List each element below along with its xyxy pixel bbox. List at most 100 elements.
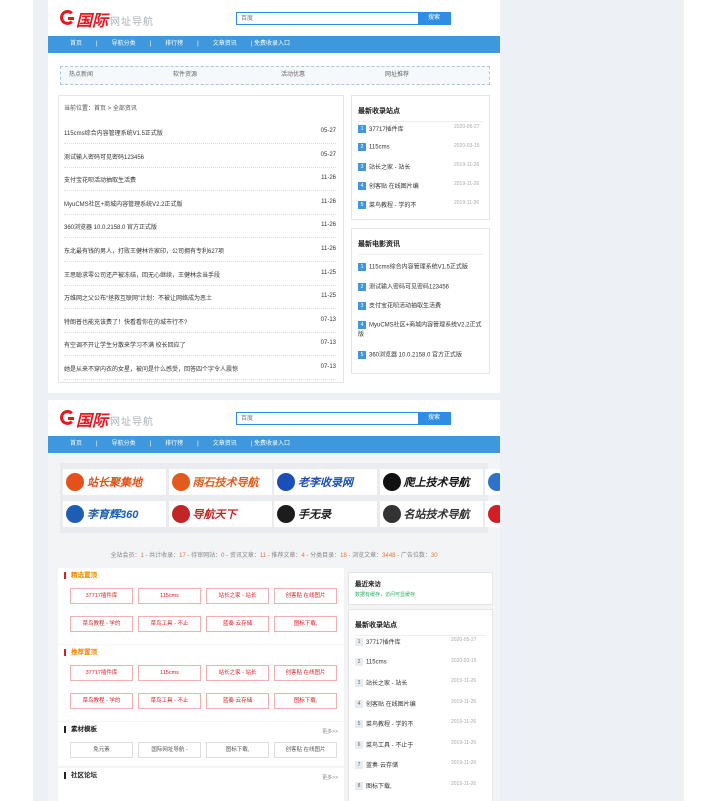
site-link-box[interactable]: 菜鸟教程 - 学的 (70, 616, 133, 632)
site-name[interactable]: 创客贴 在线图片编 (369, 184, 419, 190)
tab-hot-news[interactable]: 热点新闻 (69, 67, 93, 84)
nav-ranking[interactable]: 排行榜 (165, 36, 183, 53)
banner-ad[interactable]: 手无录 (274, 501, 377, 527)
more-link[interactable]: 更多>> (322, 774, 338, 781)
nav-home[interactable]: 首页 (70, 436, 82, 453)
site-name[interactable]: 站长之家 - 站长 (366, 681, 407, 687)
news-title[interactable]: 测试输入密码可见密码123456 (369, 285, 449, 291)
article-title[interactable]: 有空调不开让学生分散来学习不满 校长回应了 (64, 343, 186, 349)
article-row[interactable]: 东北最有钱的男人，打败王健林许家印，公司拥有专利627项 11-26 (64, 246, 336, 262)
article-row[interactable]: 她是从来不穿内衣的女星，被问是什么感受，回答四个字令人震惊 07-13 (64, 364, 336, 380)
article-title[interactable]: 特朗普也能充该费了！快看看你在的城市行不? (64, 320, 187, 326)
site-link-box[interactable]: 创客贴 在线图片 (274, 742, 337, 758)
article-row[interactable]: 测试输入密码可见密码123456 05-27 (64, 152, 336, 168)
banner-ad[interactable]: 卡盟排行榜 (485, 501, 500, 527)
site-link-box[interactable]: 菜鸟工具 - 不止 (138, 693, 201, 709)
news-title[interactable]: 115cms综合内容管理系统V1.5正式版 (369, 265, 468, 271)
site-item[interactable]: 1 37717插件库 2020-05-27 (355, 637, 477, 647)
site-name[interactable]: 站长之家 - 站长 (369, 165, 410, 171)
site-name[interactable]: 图标下载, (366, 784, 392, 790)
article-title[interactable]: 万维网之父公布“拯救互联网”计划：不被让网络成为恶土 (64, 296, 212, 302)
article-title[interactable]: 测试输入密码可见密码123456 (64, 155, 144, 161)
article-row[interactable]: 万维网之父公布“拯救互联网”计划：不被让网络成为恶土 11-25 (64, 293, 336, 310)
banner-ad[interactable]: 名站技术导航 (379, 501, 483, 527)
nav-articles[interactable]: 文章资讯 (213, 436, 237, 453)
site-item[interactable]: 1 37717插件库 2020-05-27 (358, 124, 480, 134)
site-link-box[interactable]: 蓝奏·云存储 (206, 616, 269, 632)
site-link-box[interactable]: 菜鸟工具 - 不止 (138, 616, 201, 632)
article-row[interactable]: 有空调不开让学生分散来学习不满 校长回应了 07-13 (64, 340, 336, 357)
site-name[interactable]: 菜鸟教程 - 学的不 (369, 203, 416, 209)
search-button[interactable]: 搜索 (418, 13, 450, 24)
banner-ad[interactable]: 易点特网 (485, 469, 500, 495)
site-item[interactable]: 2 115cms 2020-03-15 (355, 657, 477, 668)
site-item[interactable]: 3 站长之家 - 站长 2019-11-26 (358, 162, 479, 172)
article-row[interactable]: 115cms综合内容管理系统V1.5正式版 05-27 (64, 128, 336, 144)
more-link[interactable]: 更多>> (322, 728, 338, 735)
search-input[interactable] (237, 13, 415, 24)
site-link-box[interactable]: 创客贴 在线图片 (274, 588, 337, 604)
site-name[interactable]: 37717插件库 (369, 127, 404, 133)
breadcrumb[interactable]: 当前位置：首页 > 全部资讯 (64, 103, 137, 112)
banner-ad[interactable]: 爬上技术导航 (379, 469, 483, 495)
site-logo[interactable]: 国际 网址导航 (60, 8, 160, 30)
site-link-box[interactable]: 115cms (138, 588, 201, 604)
site-link-box[interactable]: 37717插件库 (70, 665, 133, 681)
site-link-box[interactable]: 菜鸟教程 - 学的 (70, 693, 133, 709)
nav-home[interactable]: 首页 (70, 36, 82, 53)
site-logo[interactable]: 国际 网址导航 (60, 408, 160, 430)
site-item[interactable]: 4 创客贴 在线图片编 2019-11-26 (358, 181, 479, 191)
search-input[interactable] (237, 413, 415, 424)
news-item[interactable]: 2 测试输入密码可见密码123456 (358, 283, 482, 293)
tab-promotions[interactable]: 活动优惠 (281, 67, 305, 84)
tab-software[interactable]: 软件资源 (173, 67, 197, 84)
site-link-box[interactable]: 国际网址导航 - (138, 742, 201, 758)
nav-ranking[interactable]: 排行榜 (165, 436, 183, 453)
news-item[interactable]: 4 MyuCMS社区+商城内容管理系统V2.2正式版 (358, 321, 482, 340)
article-row[interactable]: 360浏览器 10.0.2158.0 官方正式版 11-26 (64, 222, 336, 239)
article-title[interactable]: 王思聪求零公司还产被冻结，回无心继续，王健林余当手段 (64, 273, 220, 279)
site-name[interactable]: 菜鸟教程 - 学的不 (366, 722, 413, 728)
article-row[interactable]: MyuCMS社区+商城内容管理系统V2.2正式版 11-26 (64, 199, 336, 215)
nav-categories[interactable]: 导航分类 (112, 36, 136, 53)
banner-ad[interactable]: 老李收录网 (274, 469, 377, 495)
site-link-box[interactable]: 图标下载, (206, 742, 269, 758)
site-item[interactable]: 5 菜鸟教程 - 学的不 2019-11-26 (358, 200, 479, 210)
nav-submit[interactable]: | 免费收录入口 (251, 36, 290, 53)
site-name[interactable]: 菜鸟工具 - 不止于 (366, 743, 413, 749)
nav-articles[interactable]: 文章资讯 (213, 36, 237, 53)
site-item[interactable]: 6 菜鸟工具 - 不止于 2019-11-26 (355, 740, 476, 750)
site-link-box[interactable]: 115cms (138, 665, 201, 681)
site-name[interactable]: 115cms (369, 145, 390, 151)
news-title[interactable]: 支付宝花呗活动抽取生活费 (369, 304, 441, 310)
site-item[interactable]: 3 站长之家 - 站长 2019-11-26 (355, 678, 476, 688)
site-item[interactable]: 4 创客贴 在线图片编 2019-11-26 (355, 699, 476, 709)
tab-recommended-sites[interactable]: 网址推荐 (385, 67, 409, 84)
site-link-box[interactable]: 站长之家 - 站长 (206, 588, 269, 604)
nav-categories[interactable]: 导航分类 (112, 436, 136, 453)
search-button[interactable]: 搜索 (418, 413, 450, 424)
news-title[interactable]: 360浏览器 10.0.2158.0 官方正式版 (369, 353, 462, 359)
site-link-box[interactable]: 创客贴 在线图片 (274, 665, 337, 681)
site-link-box[interactable]: 免元素 (70, 742, 133, 758)
banner-ad[interactable]: 站长聚集地 (63, 469, 166, 495)
site-name[interactable]: 蓝奏·云存储 (366, 763, 398, 769)
news-item[interactable]: 1 115cms综合内容管理系统V1.5正式版 (358, 263, 482, 273)
site-name[interactable]: 37717插件库 (366, 640, 401, 646)
site-name[interactable]: 115cms (366, 659, 387, 665)
banner-ad[interactable]: 雨石技术导航 (168, 469, 272, 495)
site-link-box[interactable]: 图标下载, (274, 616, 337, 632)
banner-ad[interactable]: 导航天下 (168, 501, 272, 527)
site-link-box[interactable]: 蓝奏·云存储 (206, 693, 269, 709)
site-item[interactable]: 2 115cms 2020-03-15 (358, 143, 480, 153)
article-title[interactable]: 115cms综合内容管理系统V1.5正式版 (64, 131, 163, 137)
article-title[interactable]: 她是从来不穿内衣的女星，被问是什么感受，回答四个字令人震惊 (64, 367, 238, 373)
article-title[interactable]: 支付宝花呗活动抽取生活费 (64, 178, 136, 184)
site-link-box[interactable]: 站长之家 - 站长 (206, 665, 269, 681)
article-row[interactable]: 王思聪求零公司还产被冻结，回无心继续，王健林余当手段 11-25 (64, 270, 336, 286)
site-link-box[interactable]: 37717插件库 (70, 588, 133, 604)
article-title[interactable]: 360浏览器 10.0.2158.0 官方正式版 (64, 225, 157, 231)
article-title[interactable]: MyuCMS社区+商城内容管理系统V2.2正式版 (64, 202, 183, 208)
article-row[interactable]: 特朗普也能充该费了！快看看你在的城市行不? 07-13 (64, 317, 336, 333)
site-item[interactable]: 8 图标下载, 2019-11-26 (355, 781, 476, 791)
